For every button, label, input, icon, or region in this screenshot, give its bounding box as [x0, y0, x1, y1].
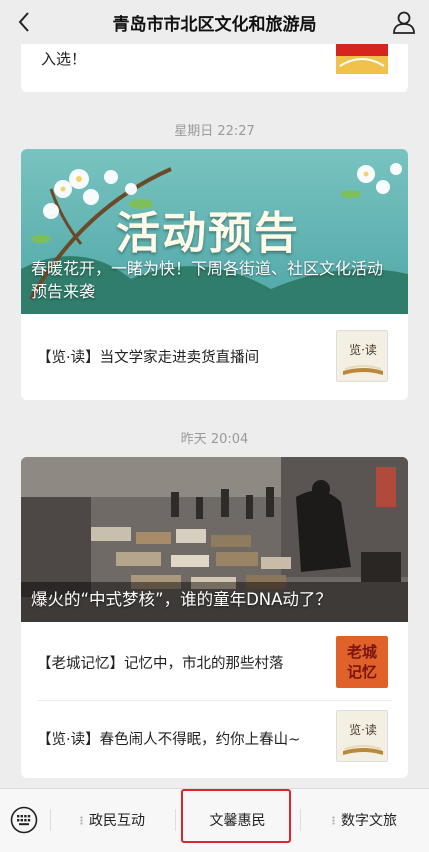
menu-tab-shuzi[interactable]: 数字文旅 — [300, 789, 429, 851]
hero-image[interactable]: 爆火的“中式梦核”，谁的童年DNA动了？ — [21, 457, 408, 622]
menu-tab-label: 数字文旅 — [341, 813, 397, 829]
page-title: 青岛市市北区文化和旅游局 — [112, 14, 317, 35]
banner-title: 活动预告 — [116, 208, 300, 259]
menu-tab-zhengmin[interactable]: 政民互动 — [50, 789, 175, 851]
menu-dots-icon — [332, 815, 335, 825]
keyboard-icon[interactable] — [10, 806, 38, 834]
message-card: 活动预告 春暖花开，一睹为快！下周各街道、社区文化活动预告来袭 【览·读】当文学… — [21, 149, 408, 400]
list-item[interactable]: 【览·读】春色闹人不得眠，约你上春山~ 览·读 — [21, 700, 408, 778]
timestamp: 星期日 22:27 — [174, 124, 255, 139]
article-title: 【老城记忆】记忆中，市北的那些村落 — [37, 656, 284, 672]
message-card: 爆火的“中式梦核”，谁的童年DNA动了？ 【老城记忆】记忆中，市北的那些村落 老… — [21, 457, 408, 778]
article-thumbnail: 览·读 — [336, 710, 388, 762]
timestamp: 昨天 20:04 — [180, 432, 249, 447]
person-icon[interactable] — [391, 9, 417, 35]
nav-header: 青岛市市北区文化和旅游局 — [0, 0, 429, 44]
article-thumbnail: 览·读 — [336, 330, 388, 382]
chevron-left-icon[interactable] — [10, 8, 38, 36]
list-item[interactable]: 【览·读】当文学家走进卖货直播间 览·读 — [21, 314, 408, 400]
menu-dots-icon — [80, 815, 83, 825]
highlight-box — [181, 789, 291, 843]
article-thumbnail: 老城记忆 — [336, 636, 388, 688]
article-title: 入选！ — [41, 50, 87, 68]
article-title: 【览·读】当文学家走进卖货直播间 — [37, 350, 260, 366]
thumbnail-text: 老城记忆 — [346, 643, 377, 681]
hero-image[interactable]: 活动预告 春暖花开，一睹为快！下周各街道、社区文化活动预告来袭 — [21, 149, 408, 314]
article-title: 【览·读】春色闹人不得眠，约你上春山~ — [37, 732, 301, 748]
hero-caption: 爆火的“中式梦核”，谁的童年DNA动了？ — [31, 590, 332, 609]
list-item[interactable]: 【老城记忆】记忆中，市北的那些村落 老城记忆 — [21, 622, 408, 700]
hero-caption: 春暖花开，一睹为快！下周各街道、社区文化活动预告来袭 — [31, 259, 384, 301]
menu-tab-label: 政民互动 — [89, 813, 145, 829]
